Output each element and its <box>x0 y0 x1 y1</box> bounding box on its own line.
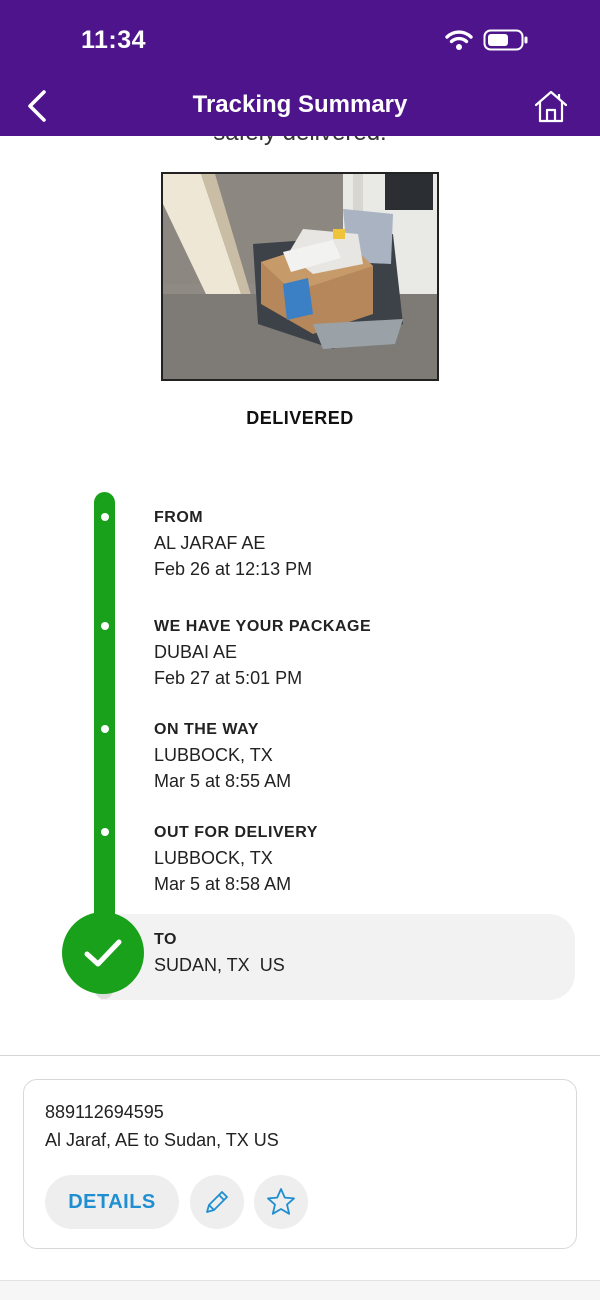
shipment-card[interactable]: 889112694595 Al Jaraf, AE to Sudan, TX U… <box>23 1079 577 1249</box>
event-location: SUDAN, TX US <box>154 955 285 975</box>
timeline-event: ON THE WAY LUBBOCK, TX Mar 5 at 8:55 AM <box>154 721 291 795</box>
timeline-event: WE HAVE YOUR PACKAGE DUBAI AE Feb 27 at … <box>154 618 371 692</box>
timeline-dot <box>101 725 109 733</box>
timeline-event: FROM AL JARAF AE Feb 26 at 12:13 PM <box>154 509 312 583</box>
favorite-button[interactable] <box>254 1175 308 1229</box>
page-title: Tracking Summary <box>192 91 408 118</box>
timeline-event: OUT FOR DELIVERY LUBBOCK, TX Mar 5 at 8:… <box>154 824 318 898</box>
app-header: 11:34 Tracking Summary <box>0 0 600 136</box>
event-title: TO <box>154 931 177 948</box>
event-location: LUBBOCK, TX <box>154 848 273 868</box>
event-time: Mar 5 at 8:58 AM <box>154 874 292 894</box>
battery-icon <box>483 29 528 51</box>
bottom-band <box>0 1280 600 1300</box>
timeline-dot <box>101 622 109 630</box>
package-photo-image <box>163 174 437 379</box>
event-time: Feb 26 at 12:13 PM <box>154 559 313 579</box>
status-time: 11:34 <box>81 26 147 54</box>
delivery-photo[interactable] <box>161 172 439 381</box>
event-time: Mar 5 at 8:55 AM <box>154 771 292 791</box>
delivery-status: DELIVERED <box>246 408 354 428</box>
section-divider <box>0 1055 600 1056</box>
details-button[interactable]: DETAILS <box>45 1175 179 1229</box>
home-icon[interactable] <box>532 88 570 124</box>
delivered-check-icon <box>62 912 144 994</box>
event-location: DUBAI AE <box>154 642 238 662</box>
event-location: AL JARAF AE <box>154 533 266 553</box>
timeline-dot <box>101 513 109 521</box>
edit-button[interactable] <box>190 1175 244 1229</box>
star-icon <box>267 1188 295 1215</box>
timeline-event-final: TO SUDAN, TX US <box>154 931 285 979</box>
shipment-route: Al Jaraf, AE to Sudan, TX US <box>45 1130 279 1150</box>
event-time: Feb 27 at 5:01 PM <box>154 668 303 688</box>
event-title: ON THE WAY <box>154 721 259 738</box>
event-title: FROM <box>154 509 204 526</box>
event-title: WE HAVE YOUR PACKAGE <box>154 618 372 635</box>
timeline-dot <box>101 828 109 836</box>
event-location: LUBBOCK, TX <box>154 745 273 765</box>
tracking-number: 889112694595 <box>45 1102 164 1122</box>
wifi-icon <box>445 30 473 50</box>
pencil-icon <box>206 1191 228 1213</box>
event-title: OUT FOR DELIVERY <box>154 824 318 841</box>
